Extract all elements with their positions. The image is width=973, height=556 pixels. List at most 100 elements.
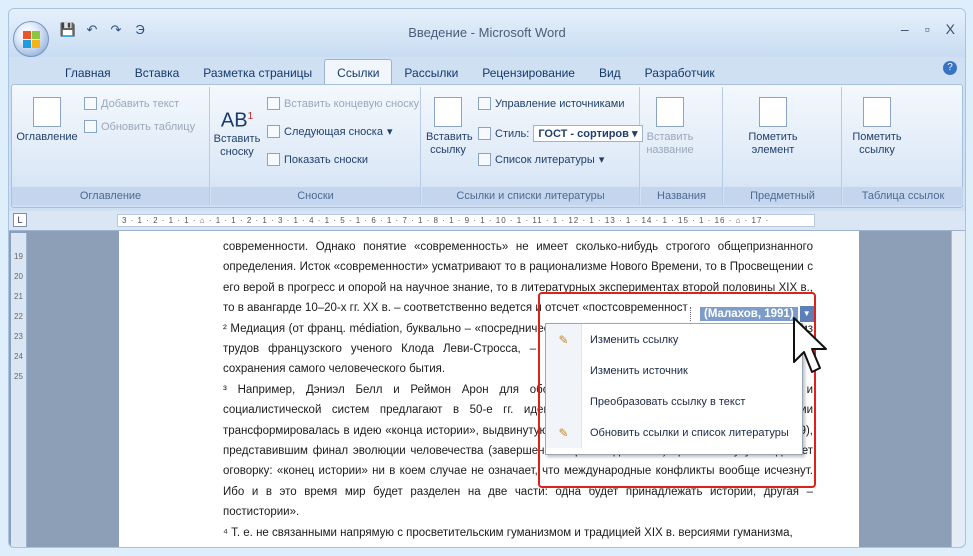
update-icon: ✎	[546, 417, 582, 448]
toc-icon	[33, 97, 61, 127]
empty-icon	[546, 355, 582, 386]
style-dropdown[interactable]: ГОСТ - сортиров ▾	[533, 125, 643, 142]
group-toa: Пометить ссылку Таблица ссылок	[843, 87, 963, 205]
tab-references[interactable]: Ссылки	[324, 59, 393, 85]
tab-page-layout[interactable]: Разметка страницы	[191, 61, 324, 85]
window-title: Введение - Microsoft Word	[408, 25, 566, 40]
ribbon: Оглавление Добавить текст Обновить табли…	[11, 84, 963, 220]
menu-item-update-citations[interactable]: ✎ Обновить ссылки и список литературы	[546, 417, 802, 448]
style-selector: Стиль: ГОСТ - сортиров ▾	[478, 125, 643, 142]
toc-button[interactable]: Оглавление	[16, 97, 78, 144]
show-notes-icon	[267, 153, 280, 166]
tab-mailings[interactable]: Рассылки	[392, 61, 470, 85]
group-citations: Вставить ссылку Управление источниками С…	[422, 87, 643, 205]
bibliography-label: Список литературы	[495, 153, 595, 166]
chevron-down-icon: ▾	[598, 154, 605, 166]
vruler-tick: 19	[14, 252, 23, 261]
group-label-toa: Таблица ссылок	[843, 187, 963, 205]
bibliography-button[interactable]: Список литературы ▾	[478, 153, 604, 166]
mark-entry-icon	[759, 97, 787, 127]
add-text-label: Добавить текст	[101, 97, 180, 110]
bibliography-icon	[478, 153, 491, 166]
document-area: L 3 · 1 · 2 · 1 · 1 · ⌂ · 1 · 1 · 2 · 1 …	[9, 211, 965, 547]
citation-text[interactable]: (Малахов, 1991)	[700, 307, 798, 321]
menu-item-label: Обновить ссылки и список литературы	[590, 426, 789, 439]
caption-icon	[656, 97, 684, 127]
next-footnote-button[interactable]: Следующая сноска ▾	[267, 125, 392, 138]
ruler-scale: 3 · 1 · 2 · 1 · 1 · ⌂ · 1 · 1 · 2 · 1 · …	[117, 214, 815, 227]
menu-item-edit-source[interactable]: Изменить источник	[546, 355, 802, 386]
insert-endnote-button[interactable]: Вставить концевую сноску	[267, 97, 419, 110]
tab-selector[interactable]: L	[13, 213, 27, 227]
next-footnote-label: Следующая сноска	[284, 125, 383, 138]
tab-review[interactable]: Рецензирование	[470, 61, 587, 85]
insert-citation-icon	[434, 97, 462, 127]
insert-footnote-button[interactable]: AB1 Вставить сноску	[213, 101, 261, 159]
menu-item-edit-citation[interactable]: ✎ Изменить ссылку	[546, 324, 802, 355]
insert-citation-label: Вставить ссылку	[426, 131, 473, 156]
tab-view[interactable]: Вид	[587, 61, 633, 85]
edit-citation-icon: ✎	[546, 324, 582, 355]
citation-handle-icon[interactable]	[690, 307, 696, 321]
group-label-captions: Названия	[641, 187, 722, 205]
footnote-icon: AB1	[220, 109, 254, 132]
insert-caption-button[interactable]: Вставить название	[645, 97, 695, 157]
group-label-index: Предметный указатель	[724, 187, 841, 220]
endnote-icon	[267, 97, 280, 110]
footnote-4-text: ⁴ Т. е. не связанными напрямую с просвет…	[223, 526, 793, 539]
tab-home[interactable]: Главная	[53, 61, 123, 85]
style-icon	[478, 127, 491, 140]
menu-item-label: Преобразовать ссылку в текст	[590, 395, 746, 408]
word-window: 💾 ↶ ↷ Э Введение - Microsoft Word – ▫ X …	[8, 8, 966, 548]
update-table-icon	[84, 120, 97, 133]
insert-caption-label: Вставить название	[646, 131, 694, 156]
window-controls: – ▫ X	[901, 21, 955, 37]
insert-citation-button[interactable]: Вставить ссылку	[426, 97, 473, 157]
horizontal-ruler: L 3 · 1 · 2 · 1 · 1 · ⌂ · 1 · 1 · 2 · 1 …	[9, 211, 965, 231]
empty-icon	[546, 386, 582, 417]
tab-developer[interactable]: Разработчик	[633, 61, 727, 85]
next-footnote-icon	[267, 125, 280, 138]
show-notes-button[interactable]: Показать сноски	[267, 153, 368, 166]
mark-citation-icon	[863, 97, 891, 127]
maximize-button[interactable]: ▫	[925, 21, 930, 37]
vruler-tick: 20	[14, 272, 23, 281]
menu-item-label: Изменить источник	[590, 364, 688, 377]
vruler-tick: 22	[14, 312, 23, 321]
vruler-tick: 23	[14, 332, 23, 341]
menu-item-label: Изменить ссылку	[590, 333, 679, 346]
style-value: ГОСТ - сортиров	[538, 128, 629, 140]
show-notes-label: Показать сноски	[284, 153, 368, 166]
mark-entry-label: Пометить элемент	[748, 131, 798, 156]
help-icon[interactable]: ?	[943, 61, 957, 75]
insert-endnote-label: Вставить концевую сноску	[284, 97, 420, 110]
chevron-down-icon: ▾	[386, 126, 393, 138]
manage-sources-button[interactable]: Управление источниками	[478, 97, 624, 110]
menu-item-convert-to-text[interactable]: Преобразовать ссылку в текст	[546, 386, 802, 417]
style-label: Стиль:	[495, 127, 530, 140]
minimize-button[interactable]: –	[901, 21, 909, 37]
vruler-tick: 24	[14, 352, 23, 361]
vertical-ruler: 19 20 21 22 23 24 25	[11, 233, 27, 547]
manage-sources-label: Управление источниками	[495, 97, 625, 110]
group-index: Пометить элемент Предметный указатель	[724, 87, 842, 220]
mark-citation-button[interactable]: Пометить ссылку	[845, 97, 909, 157]
toc-button-label: Оглавление	[16, 131, 78, 143]
group-captions: Вставить название Названия	[641, 87, 723, 205]
insert-footnote-label: Вставить сноску	[213, 133, 261, 158]
update-table-label: Обновить таблицу	[101, 120, 196, 133]
tab-insert[interactable]: Вставка	[123, 61, 192, 85]
group-toc: Оглавление Добавить текст Обновить табли…	[12, 87, 210, 205]
mouse-cursor-icon	[793, 317, 827, 373]
group-footnotes: AB1 Вставить сноску Вставить концевую сн…	[211, 87, 421, 205]
ribbon-tabs: Главная Вставка Разметка страницы Ссылки…	[9, 57, 965, 85]
group-label-footnotes: Сноски	[211, 187, 420, 205]
vertical-scrollbar[interactable]	[951, 231, 965, 547]
update-table-button[interactable]: Обновить таблицу	[84, 120, 195, 133]
add-text-button[interactable]: Добавить текст	[84, 97, 179, 110]
close-button[interactable]: X	[946, 21, 955, 37]
mark-citation-label: Пометить ссылку	[852, 131, 902, 156]
mark-entry-button[interactable]: Пометить элемент	[740, 97, 806, 157]
group-label-citations: Ссылки и списки литературы	[422, 187, 639, 205]
citation-context-menu: ✎ Изменить ссылку Изменить источник Преоб…	[545, 323, 803, 455]
